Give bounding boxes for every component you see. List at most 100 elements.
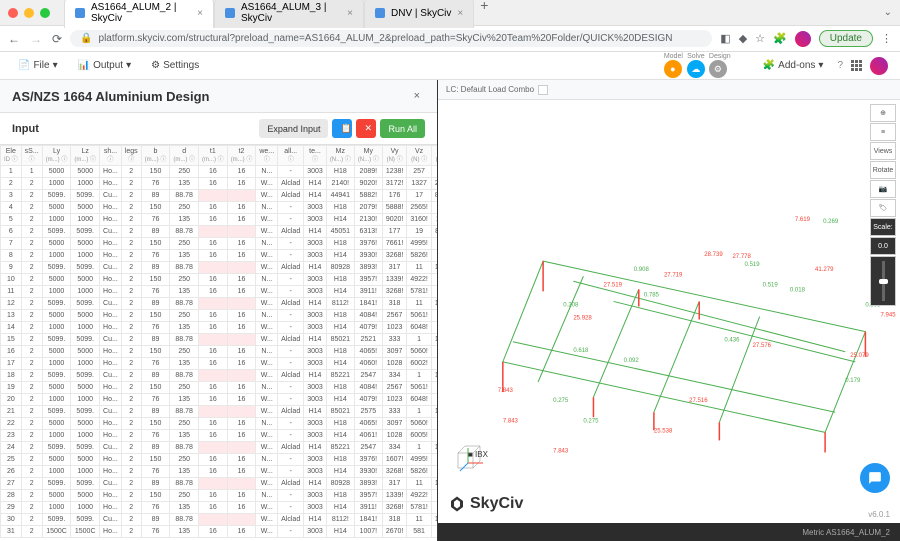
table-cell[interactable]: 16 (227, 526, 256, 538)
table-cell[interactable]: 8112! (326, 514, 354, 526)
input-table-wrap[interactable]: EleID ⓘsS...ⓘLy(m...) ⓘLz(m...) ⓘsh...ⓘl… (0, 145, 437, 541)
table-cell[interactable]: 1007! (354, 526, 382, 538)
table-cell[interactable]: 2 (121, 334, 141, 346)
table-row[interactable]: 13250005000Ho...21502501616N...-3003H184… (1, 310, 438, 322)
table-row[interactable]: 7250005000Ho...21502501616N...-3003H1839… (1, 238, 438, 250)
table-cell[interactable]: 10 (1, 274, 22, 286)
table-cell[interactable]: 1 (407, 406, 432, 418)
table-cell[interactable]: 5000 (42, 238, 71, 250)
table-cell[interactable] (227, 190, 256, 202)
table-cell[interactable]: 250 (170, 202, 199, 214)
table-cell[interactable]: 12 (1, 298, 22, 310)
table-cell[interactable]: 88.78 (170, 262, 199, 274)
table-cell[interactable]: W... (256, 298, 278, 310)
table-cell[interactable]: 5000 (42, 418, 71, 430)
table-cell[interactable]: 16 (227, 382, 256, 394)
table-cell[interactable]: 2 (21, 358, 42, 370)
table-cell[interactable]: N... (256, 238, 278, 250)
col-header[interactable]: Lz(m...) ⓘ (71, 146, 100, 166)
table-cell[interactable]: Alclad (278, 262, 304, 274)
table-cell[interactable]: 3893! (354, 478, 382, 490)
table-cell[interactable]: 150 (141, 418, 170, 430)
table-cell[interactable]: - (278, 382, 304, 394)
table-cell[interactable]: 1000 (71, 466, 100, 478)
col-header[interactable]: Ly(m...) ⓘ (42, 146, 71, 166)
table-cell[interactable]: 24 (1, 442, 22, 454)
table-cell[interactable]: 16 (227, 358, 256, 370)
table-cell[interactable]: 2 (121, 514, 141, 526)
table-cell[interactable]: 2 (21, 202, 42, 214)
table-cell[interactable]: - (278, 490, 304, 502)
apps-grid-icon[interactable] (851, 60, 862, 71)
table-cell[interactable]: 2 (21, 502, 42, 514)
table-cell[interactable]: 1000 (42, 250, 71, 262)
table-cell[interactable]: 334 (382, 370, 407, 382)
table-cell[interactable]: 135 (170, 286, 199, 298)
table-cell[interactable]: 19 (407, 226, 432, 238)
table-cell[interactable]: 5000 (71, 382, 100, 394)
table-cell[interactable]: 2 (121, 526, 141, 538)
table-cell[interactable]: 160 (431, 430, 437, 442)
col-header[interactable]: we...ⓘ (256, 146, 278, 166)
table-cell[interactable]: 7 (431, 490, 437, 502)
table-cell[interactable]: 5000 (42, 382, 71, 394)
table-cell[interactable] (227, 298, 256, 310)
table-cell[interactable]: 1 (21, 166, 42, 178)
table-cell[interactable]: 3003 (304, 382, 327, 394)
table-cell[interactable]: - (278, 346, 304, 358)
table-cell[interactable]: 76 (141, 250, 170, 262)
col-header[interactable]: Vz(N) ⓘ (407, 146, 432, 166)
table-cell[interactable]: 6 (1, 226, 22, 238)
table-row[interactable]: 10250005000Ho...21502501616N...-3003H183… (1, 274, 438, 286)
vp-tool-zoom[interactable]: ⊕ (870, 104, 896, 122)
table-cell[interactable]: 150 (141, 238, 170, 250)
table-cell[interactable]: 16 (1, 346, 22, 358)
table-cell[interactable]: 3957! (354, 274, 382, 286)
table-cell[interactable]: Ho... (100, 418, 122, 430)
table-cell[interactable]: 135 (170, 394, 199, 406)
table-cell[interactable] (227, 262, 256, 274)
table-cell[interactable]: 16 (199, 502, 228, 514)
table-cell[interactable]: 150 (141, 310, 170, 322)
table-cell[interactable]: 1339! (382, 490, 407, 502)
table-cell[interactable]: 2509! (431, 178, 437, 190)
table-cell[interactable]: 3930! (354, 250, 382, 262)
table-cell[interactable]: 5061! (407, 310, 432, 322)
table-cell[interactable]: 16 (227, 322, 256, 334)
table-cell[interactable]: 6048! (407, 394, 432, 406)
table-cell[interactable]: 5000 (42, 166, 71, 178)
table-cell[interactable]: 80928 (326, 478, 354, 490)
table-cell[interactable]: 2 (121, 430, 141, 442)
table-cell[interactable]: 21 (1, 406, 22, 418)
table-cell[interactable]: 11 (407, 514, 432, 526)
table-cell[interactable]: 1327 (407, 178, 432, 190)
table-cell[interactable]: 318 (382, 298, 407, 310)
table-cell[interactable]: Cu... (100, 334, 122, 346)
table-cell[interactable]: 2567 (382, 310, 407, 322)
table-cell[interactable]: 23 (1, 430, 22, 442)
table-cell[interactable]: 4065! (354, 418, 382, 430)
table-cell[interactable]: 5099. (71, 478, 100, 490)
profile-avatar[interactable] (795, 31, 811, 47)
user-avatar[interactable] (870, 57, 888, 75)
table-cell[interactable]: 150 (141, 382, 170, 394)
table-cell[interactable]: 1607! (382, 454, 407, 466)
table-cell[interactable]: H14 (304, 514, 327, 526)
table-cell[interactable]: 8 (1, 250, 22, 262)
table-cell[interactable]: 2547 (354, 442, 382, 454)
table-cell[interactable]: 2 (21, 490, 42, 502)
browser-tab-1[interactable]: AS1664_ALUM_2 | SkyCiv× (64, 0, 214, 28)
table-cell[interactable]: Cu... (100, 370, 122, 382)
table-cell[interactable] (227, 334, 256, 346)
table-cell[interactable]: 16 (227, 286, 256, 298)
table-cell[interactable] (227, 406, 256, 418)
table-cell[interactable]: 8680! (431, 190, 437, 202)
table-cell[interactable]: 11 (407, 262, 432, 274)
table-cell[interactable]: 16 (199, 382, 228, 394)
table-cell[interactable]: 6005! (407, 430, 432, 442)
addons-menu[interactable]: 🧩 Add-ons ▾ (757, 57, 830, 74)
table-cell[interactable]: 5099. (71, 298, 100, 310)
table-row[interactable]: 14210001000Ho...2761351616W...-3003H1440… (1, 322, 438, 334)
table-cell[interactable]: 16 (199, 490, 228, 502)
table-cell[interactable]: 17 (407, 190, 432, 202)
